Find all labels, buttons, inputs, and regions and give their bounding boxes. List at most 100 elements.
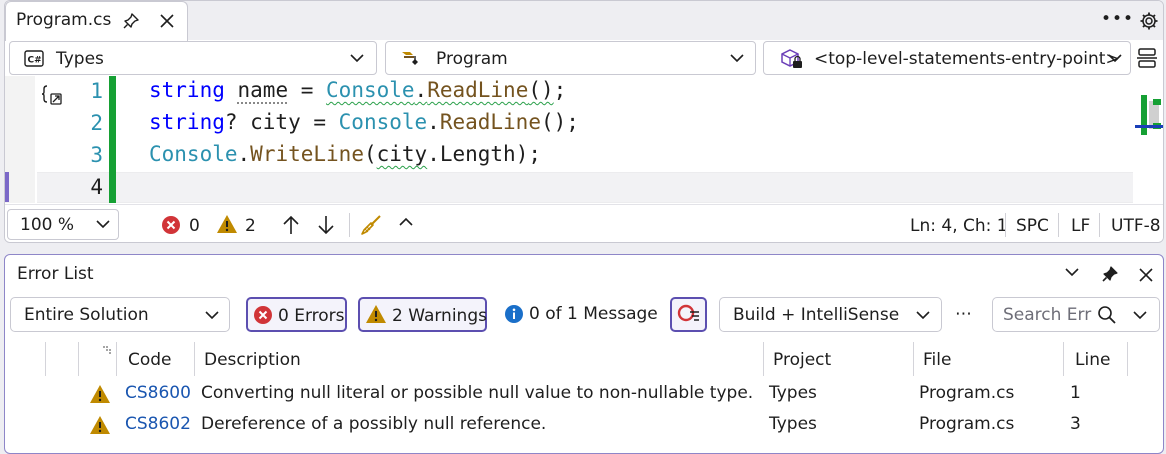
code-token[interactable]: WriteLine — [250, 142, 364, 166]
column-divider — [763, 342, 764, 376]
search-icon[interactable] — [1097, 305, 1117, 325]
pin-icon[interactable] — [1101, 265, 1119, 283]
search-box[interactable]: Search Err — [992, 297, 1160, 332]
warning-count[interactable]: 2 — [245, 216, 256, 236]
svg-text:C#: C# — [28, 56, 42, 66]
line-number: 1 — [63, 79, 103, 103]
document-tab[interactable]: Program.cs — [5, 1, 188, 41]
code-fold-icon[interactable] — [41, 84, 65, 106]
code-token[interactable]: . — [427, 110, 440, 134]
column-divider — [1063, 342, 1064, 376]
filter-errors-icon — [677, 304, 701, 326]
warning-icon — [365, 304, 387, 324]
arrow-down-icon[interactable] — [317, 215, 335, 235]
table-row[interactable]: CS8600 Converting null literal or possib… — [5, 379, 1163, 410]
warning-description: Dereference of a possibly null reference… — [201, 414, 546, 434]
build-errors-filter-toggle[interactable] — [670, 297, 707, 332]
chevron-down-icon[interactable] — [1133, 311, 1147, 320]
warnings-filter-toggle[interactable]: 2 Warnings — [358, 297, 487, 332]
code-area[interactable]: 1 2 3 4 string name = Console.ReadLine()… — [5, 76, 1145, 203]
code-token[interactable]: name — [238, 78, 289, 102]
warning-project: Types — [769, 414, 817, 434]
warning-description: Converting null literal or possible null… — [201, 383, 753, 403]
table-row[interactable]: CS8602 Dereference of a possibly null re… — [5, 410, 1163, 441]
code-token[interactable]: string — [149, 110, 225, 134]
code-token[interactable]: string — [149, 78, 225, 102]
gear-icon[interactable] — [1139, 11, 1159, 31]
chevron-down-icon — [1108, 54, 1122, 63]
pin-icon[interactable] — [122, 12, 140, 30]
line-number: 2 — [63, 111, 103, 135]
column-header-file[interactable]: File — [923, 350, 951, 370]
info-icon — [504, 304, 524, 324]
code-line[interactable]: Console.WriteLine(city.Length); — [149, 142, 541, 166]
code-token[interactable]: ( — [364, 142, 377, 166]
code-token[interactable]: . — [238, 142, 251, 166]
whitespace-mode[interactable]: SPC — [1016, 216, 1049, 236]
type-dropdown[interactable]: Program — [385, 41, 756, 75]
chevron-down-icon[interactable] — [1065, 268, 1079, 277]
build-filter-dropdown[interactable]: Build + IntelliSense — [719, 297, 942, 332]
project-dropdown[interactable]: C# Types — [9, 41, 377, 75]
messages-filter-toggle[interactable]: 0 of 1 Message — [500, 297, 662, 332]
chevron-down-icon — [730, 54, 744, 63]
line-ending[interactable]: LF — [1071, 216, 1090, 236]
search-input[interactable]: Search Err — [1003, 305, 1091, 325]
project-name: Types — [56, 49, 104, 69]
scope-dropdown[interactable]: Entire Solution — [10, 297, 230, 332]
document-tab-title[interactable]: Program.cs — [16, 10, 111, 30]
column-divider — [78, 342, 79, 376]
code-token[interactable]: ; — [554, 78, 567, 102]
code-cleanup-broom-icon[interactable] — [360, 214, 382, 236]
zoom-dropdown[interactable]: 100 % — [7, 209, 119, 240]
divider — [1005, 213, 1006, 237]
warning-icon — [89, 384, 111, 404]
column-header-line[interactable]: Line — [1075, 350, 1110, 370]
warning-line: 1 — [1070, 383, 1081, 403]
code-token[interactable]: (); — [541, 110, 579, 134]
code-token[interactable]: ? city = — [225, 110, 339, 134]
code-token[interactable]: . — [415, 78, 428, 102]
resize-grip-icon — [102, 345, 112, 355]
code-token[interactable]: ReadLine — [440, 110, 541, 134]
code-token[interactable]: city — [377, 142, 428, 166]
more-options-icon[interactable]: ••• — [1101, 9, 1134, 29]
document-tab-strip: Program.cs ••• — [5, 1, 1163, 40]
error-icon[interactable] — [161, 215, 181, 235]
chevron-up-icon[interactable] — [399, 217, 413, 227]
column-divider — [194, 342, 195, 376]
member-dropdown[interactable]: <top-level-statements-entry-point> — [763, 41, 1131, 75]
split-window-icon[interactable] — [1137, 47, 1157, 69]
code-token[interactable]: Console — [326, 78, 415, 102]
column-divider — [116, 342, 117, 376]
code-token[interactable]: Console — [149, 142, 238, 166]
code-token[interactable]: ReadLine — [427, 78, 528, 102]
chevron-down-icon — [205, 311, 219, 320]
code-line[interactable]: string name = Console.ReadLine(); — [149, 78, 566, 102]
column-header-description[interactable]: Description — [204, 350, 301, 370]
column-header-project[interactable]: Project — [773, 350, 831, 370]
warnings-label: 2 Warnings — [392, 306, 487, 326]
column-header-code[interactable]: Code — [128, 350, 172, 370]
scope-value: Entire Solution — [24, 305, 149, 325]
warning-code-link[interactable]: CS8600 — [125, 383, 191, 403]
encoding[interactable]: UTF-8 — [1111, 216, 1161, 236]
code-token[interactable]: Console — [339, 110, 428, 134]
error-count[interactable]: 0 — [189, 216, 200, 236]
code-token[interactable]: .Length); — [427, 142, 541, 166]
close-icon[interactable] — [1137, 266, 1155, 284]
code-token[interactable]: = — [288, 78, 326, 102]
scrollbar-map[interactable] — [1135, 93, 1163, 143]
code-token[interactable]: () — [528, 78, 553, 102]
more-options-icon[interactable]: ⋯ — [955, 304, 972, 324]
code-line[interactable]: string? city = Console.ReadLine(); — [149, 110, 579, 134]
zoom-level: 100 % — [20, 215, 74, 235]
code-token[interactable] — [225, 78, 238, 102]
errors-filter-toggle[interactable]: 0 Errors — [246, 297, 347, 332]
arrow-up-icon[interactable] — [282, 215, 300, 235]
cursor-position[interactable]: Ln: 4, Ch: 1 — [910, 216, 1008, 236]
warning-code-link[interactable]: CS8602 — [125, 414, 191, 434]
column-divider — [913, 342, 914, 376]
warning-icon[interactable] — [216, 214, 238, 234]
close-tab-icon[interactable] — [158, 12, 176, 30]
